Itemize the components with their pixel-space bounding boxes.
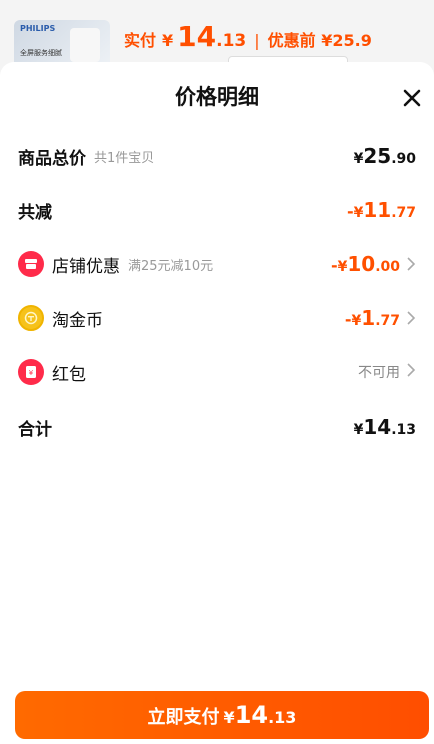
reduce-yen: ¥ [353, 205, 364, 221]
coin-icon [18, 305, 44, 331]
svg-text:¥: ¥ [29, 369, 34, 377]
original-price: 优惠前 ¥25.9 [267, 31, 372, 50]
close-icon [403, 89, 421, 107]
thumbnail-brand: PHILIPS [20, 24, 56, 33]
price-separator: | [254, 31, 260, 50]
sum-yen: ¥ [353, 422, 364, 438]
shop-yen: ¥ [337, 259, 348, 275]
row-sum: 合计 ¥ 14 .13 [18, 411, 416, 443]
total-int: 25 [363, 144, 392, 168]
shop-int: 10 [347, 252, 376, 276]
total-dec: .90 [391, 151, 416, 167]
actual-pay-label: 实付 [124, 31, 157, 50]
red-packet-status: 不可用 [358, 365, 400, 381]
coin-label: 淘金币 [52, 310, 103, 331]
reduce-label: 共减 [18, 202, 52, 223]
shop-dec: .00 [375, 259, 400, 275]
close-button[interactable] [398, 84, 426, 112]
row-red-packet[interactable]: ¥ 红包 不可用 [18, 356, 416, 388]
shop-amount: - ¥ 10 .00 [331, 252, 400, 276]
coin-sign: - [344, 310, 352, 329]
row-total: 商品总价 共1件宝贝 ¥ 25 .90 [18, 140, 416, 172]
sum-label: 合计 [18, 419, 52, 440]
pay-dec: .13 [268, 708, 297, 727]
total-amount: ¥ 25 .90 [354, 144, 416, 168]
total-label: 商品总价 [18, 148, 86, 169]
pay-yen: ¥ [223, 708, 235, 727]
price-detail-sheet: 价格明细 商品总价 共1件宝贝 ¥ 25 .90 共减 - ¥ 11 .77 店… [0, 62, 434, 744]
sum-int: 14 [363, 415, 392, 439]
red-packet-label: 红包 [52, 364, 86, 385]
coin-yen: ¥ [351, 313, 362, 329]
pay-int: 14 [234, 701, 269, 729]
chevron-right-icon [407, 363, 416, 377]
pay-label: 立即支付 [147, 707, 220, 728]
actual-pay-int: 14 [177, 20, 217, 53]
reduce-int: 11 [363, 198, 392, 222]
shop-icon [18, 251, 44, 277]
chevron-right-icon [407, 257, 416, 271]
shop-sign: - [330, 256, 338, 275]
sum-amount: ¥ 14 .13 [354, 415, 416, 439]
sheet-title: 价格明细 [175, 85, 259, 109]
total-yen: ¥ [353, 151, 364, 167]
red-packet-icon: ¥ [18, 359, 44, 385]
product-image [70, 28, 100, 62]
coin-amount: - ¥ 1 .77 [345, 306, 400, 330]
chevron-right-icon [407, 311, 416, 325]
reduce-sign: - [346, 202, 354, 221]
shop-sub: 满25元减10元 [128, 258, 214, 274]
shop-label: 店铺优惠 [52, 256, 120, 277]
actual-pay-dec: .13 [216, 31, 247, 51]
reduce-dec: .77 [391, 205, 416, 221]
coin-int: 1 [361, 306, 376, 330]
pay-now-button[interactable]: 立即支付 ¥ 14 .13 [15, 691, 429, 739]
row-shop-discount[interactable]: 店铺优惠 满25元减10元 - ¥ 10 .00 [18, 248, 416, 280]
thumbnail-desc: 全屏服务细腻 [20, 49, 62, 57]
coin-dec: .77 [375, 313, 400, 329]
actual-pay-yen: ¥ [162, 31, 174, 50]
background-price: 实付 ¥ 14 .13 | 优惠前 ¥25.9 [124, 20, 372, 53]
reduce-amount: - ¥ 11 .77 [347, 198, 416, 222]
total-sub: 共1件宝贝 [94, 150, 155, 166]
sum-dec: .13 [391, 422, 416, 438]
row-reduce: 共减 - ¥ 11 .77 [18, 194, 416, 226]
row-coin[interactable]: 淘金币 - ¥ 1 .77 [18, 302, 416, 334]
